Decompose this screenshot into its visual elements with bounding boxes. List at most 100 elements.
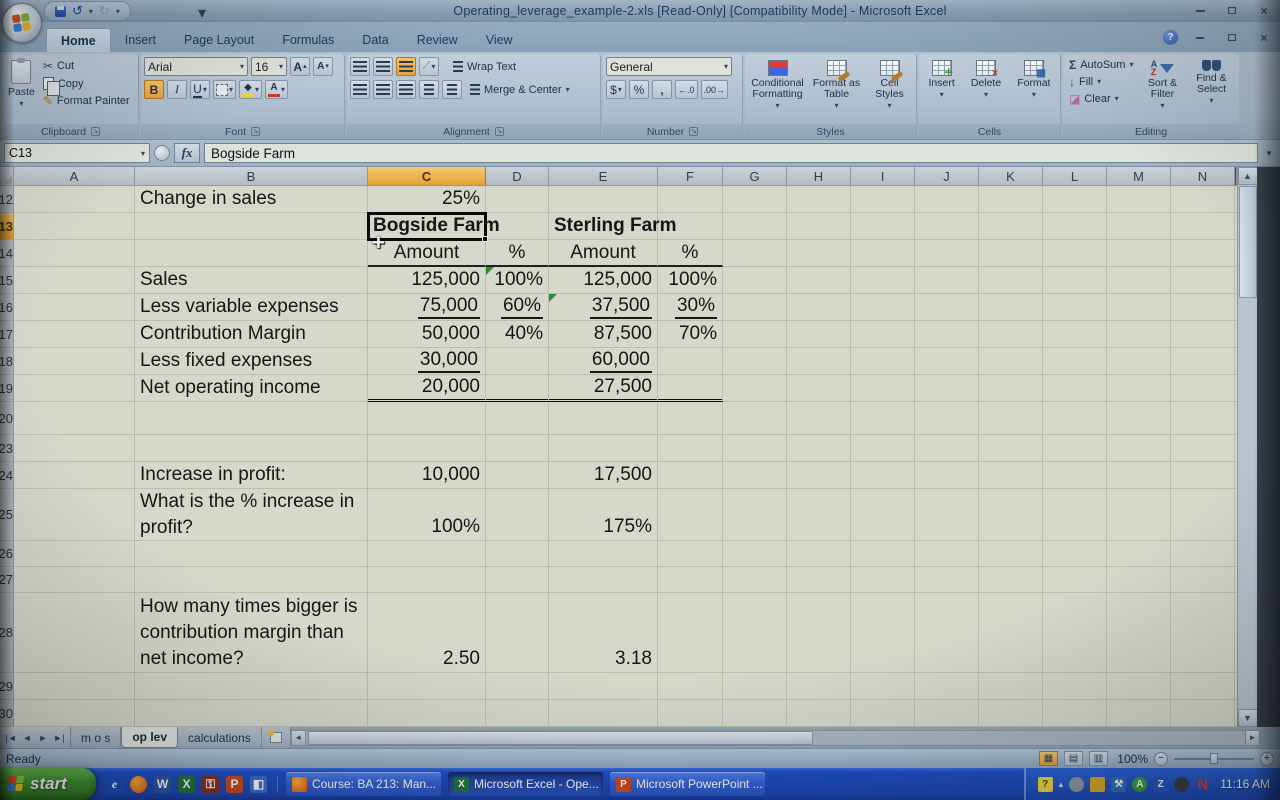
cell-B26[interactable] <box>135 541 368 567</box>
decrease-decimal-button[interactable]: .00→ <box>701 80 729 99</box>
antivirus-tray-icon[interactable]: A <box>1132 777 1147 792</box>
clipboard-dialog-launcher-icon[interactable]: ↘ <box>91 127 100 136</box>
save-icon[interactable] <box>55 6 66 17</box>
bold-button[interactable]: B <box>144 80 164 99</box>
paste-button[interactable]: Paste ▾ <box>6 57 37 111</box>
row-header-15[interactable]: 15 <box>0 267 14 294</box>
zoom-level[interactable]: 100% <box>1114 752 1148 766</box>
start-button[interactable]: start <box>0 768 96 800</box>
align-center-button[interactable] <box>373 80 393 99</box>
cell-C23[interactable] <box>368 435 486 462</box>
cell-F26[interactable] <box>658 541 723 567</box>
cell-F17[interactable]: 70% <box>658 321 723 348</box>
cell-F29[interactable] <box>658 673 723 700</box>
copy-button[interactable]: Copy <box>40 76 133 91</box>
cell-A24[interactable] <box>14 462 135 489</box>
row-header-25[interactable]: 25 <box>0 489 14 541</box>
cell-B15[interactable]: Sales <box>135 267 368 294</box>
row-header-12[interactable]: 12 <box>0 186 14 213</box>
font-dialog-launcher-icon[interactable]: ↘ <box>251 127 260 136</box>
cell-D30[interactable] <box>486 700 549 727</box>
cell-E25[interactable]: 175% <box>549 489 658 541</box>
sheet-tab-calculations[interactable]: calculations <box>178 727 262 748</box>
format-cells-button[interactable]: ▦ Format▾ <box>1015 57 1052 102</box>
format-as-table-button[interactable]: Format as Table▾ <box>811 57 863 113</box>
cell-D24[interactable] <box>486 462 549 489</box>
task-button-excel[interactable]: X Microsoft Excel - Ope... <box>448 772 603 796</box>
row-header-20[interactable]: 20 <box>0 402 14 435</box>
normal-view-button[interactable]: ▦ <box>1039 751 1058 766</box>
shrink-font-button[interactable]: A▾ <box>313 57 333 76</box>
cell-D23[interactable] <box>486 435 549 462</box>
cell-D12[interactable] <box>486 186 549 213</box>
cell-D25[interactable] <box>486 489 549 541</box>
cell-C16[interactable]: 75,000 <box>368 294 486 321</box>
row-header-17[interactable]: 17 <box>0 321 14 348</box>
tab-view[interactable]: View <box>472 28 527 52</box>
select-all-button[interactable] <box>0 167 14 186</box>
accounting-format-button[interactable]: $▾ <box>606 80 626 99</box>
bottom-align-button[interactable] <box>396 57 416 76</box>
column-header-A[interactable]: A <box>14 167 135 186</box>
first-sheet-icon[interactable]: |◄ <box>4 733 18 743</box>
italic-button[interactable]: I <box>167 80 187 99</box>
row-header-24[interactable]: 24 <box>0 462 14 489</box>
cell-A13[interactable] <box>14 213 135 240</box>
column-header-E[interactable]: E <box>549 167 658 186</box>
cell-D26[interactable] <box>486 541 549 567</box>
font-color-button[interactable]: A▾ <box>265 80 288 99</box>
cut-button[interactable]: ✂Cut <box>40 59 133 73</box>
cell-C12[interactable]: 25% <box>368 186 486 213</box>
cell-A17[interactable] <box>14 321 135 348</box>
cell-E23[interactable] <box>549 435 658 462</box>
cell-B16[interactable]: Less variable expenses <box>135 294 368 321</box>
scroll-up-icon[interactable]: ▲ <box>1238 167 1258 185</box>
column-header-J[interactable]: J <box>915 167 979 186</box>
alignment-dialog-launcher-icon[interactable]: ↘ <box>495 127 504 136</box>
cell-C18[interactable]: 30,000 <box>368 348 486 375</box>
cell-D17[interactable]: 40% <box>486 321 549 348</box>
increase-indent-button[interactable] <box>442 80 462 99</box>
row-header-29[interactable]: 29 <box>0 673 14 700</box>
cell-A19[interactable] <box>14 375 135 402</box>
cell-A29[interactable] <box>14 673 135 700</box>
cell-B18[interactable]: Less fixed expenses <box>135 348 368 375</box>
fill-handle[interactable] <box>482 236 488 242</box>
cell-D16[interactable]: 60% <box>486 294 549 321</box>
cell-D28[interactable] <box>486 593 549 673</box>
conditional-formatting-button[interactable]: Conditional Formatting▾ <box>749 57 807 113</box>
last-sheet-icon[interactable]: ►| <box>52 733 66 743</box>
scroll-down-icon[interactable]: ▼ <box>1238 709 1258 727</box>
cell-E28[interactable]: 3.18 <box>549 593 658 673</box>
help-tray-icon[interactable]: ? <box>1038 777 1053 792</box>
cell-B14[interactable] <box>135 240 368 267</box>
row-header-19[interactable]: 19 <box>0 375 14 402</box>
scroll-left-icon[interactable]: ◄ <box>291 730 306 746</box>
zoom-slider[interactable] <box>1174 758 1254 760</box>
cell-B12[interactable]: Change in sales <box>135 186 368 213</box>
cell-B23[interactable] <box>135 435 368 462</box>
excel-icon[interactable]: X <box>178 776 195 793</box>
restore-button[interactable] <box>1222 3 1242 18</box>
column-header-K[interactable]: K <box>979 167 1043 186</box>
cell-A26[interactable] <box>14 541 135 567</box>
horizontal-scroll-thumb[interactable] <box>308 731 813 745</box>
formula-input[interactable]: Bogside Farm <box>204 143 1258 163</box>
zoom-out-button[interactable]: − <box>1154 752 1168 766</box>
decrease-indent-button[interactable] <box>419 80 439 99</box>
cell-C27[interactable] <box>368 567 486 593</box>
cell-E14[interactable]: Amount <box>549 240 658 267</box>
cell-D27[interactable] <box>486 567 549 593</box>
cell-D18[interactable] <box>486 348 549 375</box>
name-box-dropdown-icon[interactable]: ▾ <box>141 149 145 158</box>
row-header-28[interactable]: 28 <box>0 593 14 673</box>
zoom-in-button[interactable]: + <box>1260 752 1274 766</box>
cell-E15[interactable]: 125,000 <box>549 267 658 294</box>
qat-customize-icon[interactable]: ▾ <box>198 3 206 23</box>
column-header-F[interactable]: F <box>658 167 723 186</box>
zoom-slider-thumb[interactable] <box>1210 753 1218 764</box>
cell-C13[interactable]: Bogside Farm <box>368 213 486 240</box>
cell-F20[interactable] <box>658 402 723 435</box>
cell-F30[interactable] <box>658 700 723 727</box>
key-app-icon[interactable]: ⚿ <box>202 776 219 793</box>
